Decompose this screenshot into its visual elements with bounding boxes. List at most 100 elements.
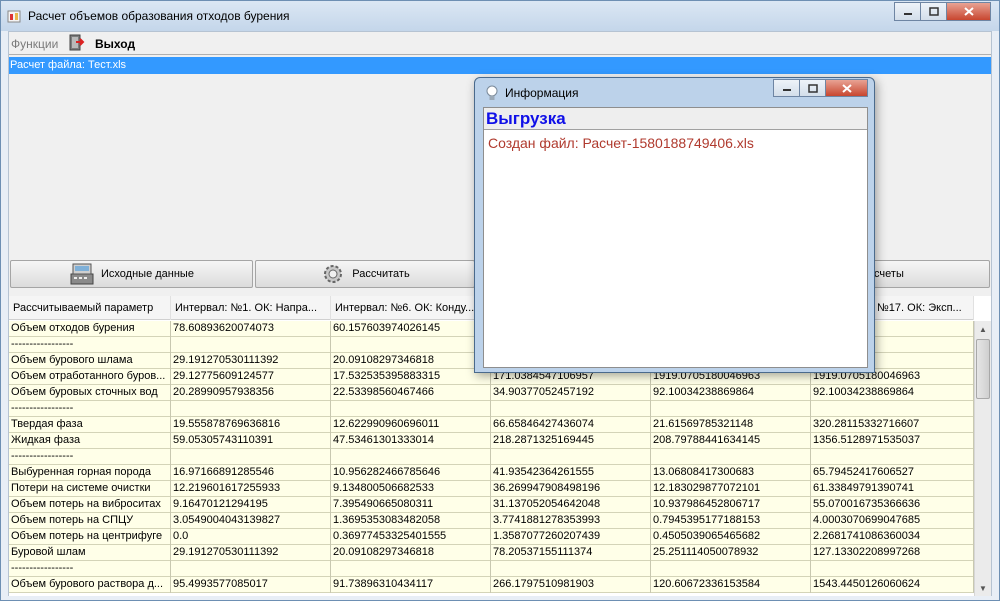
table-row[interactable]: Объем потерь на СПЦУ 3.054900404313982​7 1… <box>9 513 974 529</box>
value-cell[interactable] <box>811 401 974 417</box>
value-cell[interactable]: 29.12775609124577 <box>171 369 331 385</box>
vertical-scrollbar[interactable]: ▲ ▼ <box>974 321 991 596</box>
value-cell[interactable] <box>331 401 491 417</box>
calculate-button[interactable]: Рассчитать <box>255 260 475 288</box>
dialog-minimize-button[interactable] <box>773 79 799 97</box>
value-cell[interactable]: 34.90377052457192 <box>491 385 651 401</box>
parameter-cell[interactable]: ----------------- <box>9 401 171 417</box>
value-cell[interactable]: 20.09108297346818 <box>331 353 491 369</box>
value-cell[interactable] <box>331 561 491 577</box>
parameter-cell[interactable]: ----------------- <box>9 337 171 353</box>
table-row[interactable]: ----------------- <box>9 449 974 465</box>
value-cell[interactable]: 19.555878769636816 <box>171 417 331 433</box>
value-cell[interactable]: 36.269947908498196 <box>491 481 651 497</box>
dialog-close-button[interactable] <box>825 79 868 97</box>
value-cell[interactable]: 29.191270530111392 <box>171 545 331 561</box>
value-cell[interactable]: 3.7741881278353993 <box>491 513 651 529</box>
value-cell[interactable]: 9.16470121294195 <box>171 497 331 513</box>
value-cell[interactable]: 55.070016735366636 <box>811 497 974 513</box>
value-cell[interactable] <box>171 561 331 577</box>
column-header[interactable]: Рассчитываемый параметр <box>9 296 171 320</box>
parameter-cell[interactable]: Объем потерь на СПЦУ <box>9 513 171 529</box>
value-cell[interactable]: 1.3695353083482058 <box>331 513 491 529</box>
value-cell[interactable] <box>171 401 331 417</box>
value-cell[interactable]: 91.73896310434117 <box>331 577 491 593</box>
value-cell[interactable]: 61.33849791390741 <box>811 481 974 497</box>
value-cell[interactable]: 25.251114050078932 <box>651 545 811 561</box>
menu-functions[interactable]: Функции <box>11 37 58 51</box>
value-cell[interactable]: 92.10034238869864 <box>651 385 811 401</box>
value-cell[interactable]: 41.93542364261555 <box>491 465 651 481</box>
value-cell[interactable] <box>811 449 974 465</box>
value-cell[interactable]: 3.054900404313982​7 <box>171 513 331 529</box>
menu-exit[interactable]: Выход <box>95 37 135 51</box>
table-row[interactable]: Объем потерь на центрифуге 0.0 0.369774533… <box>9 529 974 545</box>
parameter-cell[interactable]: Потери на системе очистки <box>9 481 171 497</box>
table-row[interactable]: ----------------- <box>9 401 974 417</box>
title-bar[interactable]: Расчет объемов образования отходов бурен… <box>1 1 999 31</box>
value-cell[interactable]: 92.10034238869864 <box>811 385 974 401</box>
value-cell[interactable]: 1543.4450126060624 <box>811 577 974 593</box>
parameter-cell[interactable]: ----------------- <box>9 561 171 577</box>
column-header[interactable]: Интервал: №1. ОК: Напра... <box>171 296 331 320</box>
table-row[interactable]: Выбуренная горная порода 16.9716689128554… <box>9 465 974 481</box>
value-cell[interactable]: 60.157603974026145 <box>331 321 491 337</box>
table-row[interactable]: Объем буровых сточных вод 20.289909579383… <box>9 385 974 401</box>
parameter-cell[interactable]: Выбуренная горная порода <box>9 465 171 481</box>
value-cell[interactable]: 0.36977453325401555 <box>331 529 491 545</box>
dialog-maximize-button[interactable] <box>799 79 825 97</box>
parameter-cell[interactable]: Буровой шлам <box>9 545 171 561</box>
table-row[interactable]: Объем потерь на виброситах 9.164701212941… <box>9 497 974 513</box>
value-cell[interactable]: 47.53461301333014 <box>331 433 491 449</box>
value-cell[interactable]: 20.28990957938356 <box>171 385 331 401</box>
maximize-button[interactable] <box>920 2 946 21</box>
parameter-cell[interactable]: ----------------- <box>9 449 171 465</box>
value-cell[interactable] <box>491 449 651 465</box>
value-cell[interactable]: 21.61569785321148 <box>651 417 811 433</box>
value-cell[interactable]: 78.60893620074073 <box>171 321 331 337</box>
scroll-down-icon[interactable]: ▼ <box>975 580 991 596</box>
table-row[interactable]: Буровой шлам 29.191270530111392 20.0910829… <box>9 545 974 561</box>
value-cell[interactable]: 0.7945395177188153 <box>651 513 811 529</box>
parameter-cell[interactable]: Объем потерь на центрифуге <box>9 529 171 545</box>
value-cell[interactable]: 218.2871325169445 <box>491 433 651 449</box>
value-cell[interactable]: 29.191270530111392 <box>171 353 331 369</box>
value-cell[interactable]: 59.05305743110391 <box>171 433 331 449</box>
table-row[interactable]: Объем бурового раствора д... 95.499357708… <box>9 577 974 593</box>
value-cell[interactable] <box>491 561 651 577</box>
value-cell[interactable]: 31.137052054642048 <box>491 497 651 513</box>
value-cell[interactable] <box>171 449 331 465</box>
close-button[interactable] <box>946 2 991 21</box>
value-cell[interactable]: 1356.5128971535037 <box>811 433 974 449</box>
value-cell[interactable]: 120.60672336153584 <box>651 577 811 593</box>
value-cell[interactable]: 0.4505039065465682 <box>651 529 811 545</box>
table-row[interactable]: Жидкая фаза 59.05305743110391 47.534613013… <box>9 433 974 449</box>
list-item-selected[interactable]: Расчет файла: Тест.xls <box>9 57 991 74</box>
parameter-cell[interactable]: Объем буровых сточных вод <box>9 385 171 401</box>
column-header[interactable]: Интервал: №6. ОК: Конду... <box>331 296 491 320</box>
value-cell[interactable] <box>651 561 811 577</box>
table-row[interactable]: Твердая фаза 19.555878769636816 12.6229909… <box>9 417 974 433</box>
parameter-cell[interactable]: Объем отходов бурения <box>9 321 171 337</box>
value-cell[interactable] <box>331 449 491 465</box>
value-cell[interactable]: 16.97166891285546 <box>171 465 331 481</box>
value-cell[interactable]: 65.79452417606527 <box>811 465 974 481</box>
value-cell[interactable]: 320.28115332716607 <box>811 417 974 433</box>
value-cell[interactable]: 7.395490665080311 <box>331 497 491 513</box>
parameter-cell[interactable]: Объем потерь на виброситах <box>9 497 171 513</box>
value-cell[interactable] <box>811 561 974 577</box>
minimize-button[interactable] <box>894 2 920 21</box>
value-cell[interactable]: 266.1797510981903 <box>491 577 651 593</box>
value-cell[interactable] <box>651 449 811 465</box>
exit-icon[interactable] <box>68 34 85 51</box>
parameter-cell[interactable]: Объем бурового шлама <box>9 353 171 369</box>
value-cell[interactable]: 17.532535395883315 <box>331 369 491 385</box>
value-cell[interactable]: 0.0 <box>171 529 331 545</box>
value-cell[interactable]: 12.183029877072101 <box>651 481 811 497</box>
value-cell[interactable] <box>331 337 491 353</box>
value-cell[interactable]: 10.937986452806717 <box>651 497 811 513</box>
source-data-button[interactable]: Исходные данные <box>10 260 253 288</box>
scroll-up-icon[interactable]: ▲ <box>975 321 991 337</box>
value-cell[interactable]: 12.219601617255933 <box>171 481 331 497</box>
value-cell[interactable]: 9.134800506682533 <box>331 481 491 497</box>
